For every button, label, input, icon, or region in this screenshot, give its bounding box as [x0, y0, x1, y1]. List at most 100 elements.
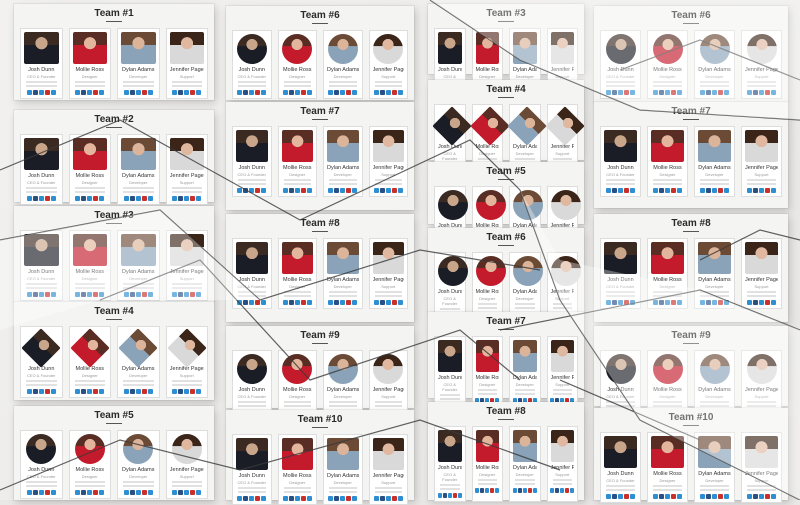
social-icon[interactable]	[659, 300, 664, 305]
social-icon[interactable]	[771, 300, 776, 305]
social-icon[interactable]	[255, 90, 261, 95]
social-icon[interactable]	[184, 196, 190, 201]
social-icon[interactable]	[249, 188, 255, 193]
social-icon[interactable]	[50, 389, 56, 394]
social-icon[interactable]	[237, 188, 243, 193]
social-icon[interactable]	[495, 488, 500, 493]
social-icon[interactable]	[32, 90, 38, 95]
social-icon[interactable]	[765, 300, 770, 305]
social-icon[interactable]	[288, 188, 294, 193]
social-icon[interactable]	[26, 389, 32, 394]
social-icon[interactable]	[190, 196, 196, 201]
social-icon[interactable]	[612, 188, 617, 193]
social-icon[interactable]	[249, 300, 255, 305]
social-icon[interactable]	[718, 494, 723, 499]
social-icon[interactable]	[665, 188, 670, 193]
social-icon[interactable]	[87, 389, 93, 394]
social-icon[interactable]	[677, 90, 682, 95]
social-icon[interactable]	[26, 490, 32, 495]
social-icon[interactable]	[630, 300, 635, 305]
social-icon[interactable]	[196, 90, 202, 95]
social-icon[interactable]	[93, 490, 99, 495]
social-icon[interactable]	[129, 389, 135, 394]
social-icon[interactable]	[123, 196, 129, 201]
social-icon[interactable]	[44, 196, 50, 201]
social-icon[interactable]	[75, 196, 81, 201]
social-icon[interactable]	[50, 196, 56, 201]
social-icon[interactable]	[26, 90, 32, 95]
social-icon[interactable]	[391, 188, 397, 193]
social-icon[interactable]	[346, 90, 352, 95]
social-icon[interactable]	[141, 196, 147, 201]
social-icon[interactable]	[87, 196, 93, 201]
social-icon[interactable]	[328, 496, 334, 501]
social-icon[interactable]	[391, 300, 397, 305]
social-icon[interactable]	[624, 300, 629, 305]
social-icon[interactable]	[379, 300, 385, 305]
social-icon[interactable]	[665, 494, 670, 499]
social-icon[interactable]	[237, 496, 243, 501]
social-icon[interactable]	[759, 300, 764, 305]
social-icon[interactable]	[282, 188, 288, 193]
social-icon[interactable]	[391, 90, 397, 95]
social-icon[interactable]	[618, 300, 623, 305]
social-icon[interactable]	[759, 494, 764, 499]
social-icon[interactable]	[606, 300, 611, 305]
social-icon[interactable]	[129, 196, 135, 201]
social-icon[interactable]	[87, 490, 93, 495]
social-icon[interactable]	[300, 188, 306, 193]
social-icon[interactable]	[612, 90, 617, 95]
social-icon[interactable]	[261, 90, 267, 95]
social-icon[interactable]	[288, 496, 294, 501]
social-icon[interactable]	[753, 90, 758, 95]
social-icon[interactable]	[475, 488, 480, 493]
social-icon[interactable]	[747, 300, 752, 305]
social-icon[interactable]	[81, 490, 87, 495]
social-icon[interactable]	[759, 188, 764, 193]
social-icon[interactable]	[452, 493, 457, 498]
social-icon[interactable]	[38, 490, 44, 495]
social-icon[interactable]	[718, 90, 723, 95]
social-icon[interactable]	[294, 496, 300, 501]
social-icon[interactable]	[700, 494, 705, 499]
social-icon[interactable]	[340, 188, 346, 193]
social-icon[interactable]	[724, 494, 729, 499]
social-icon[interactable]	[385, 496, 391, 501]
social-icon[interactable]	[747, 494, 752, 499]
social-icon[interactable]	[190, 490, 196, 495]
social-icon[interactable]	[282, 300, 288, 305]
social-icon[interactable]	[294, 300, 300, 305]
social-icon[interactable]	[718, 188, 723, 193]
social-icon[interactable]	[123, 90, 129, 95]
social-icon[interactable]	[706, 90, 711, 95]
social-icon[interactable]	[771, 494, 776, 499]
social-icon[interactable]	[555, 488, 560, 493]
social-icon[interactable]	[306, 300, 312, 305]
social-icon[interactable]	[606, 188, 611, 193]
social-icon[interactable]	[172, 389, 178, 394]
social-icon[interactable]	[243, 300, 249, 305]
social-icon[interactable]	[129, 490, 135, 495]
social-icon[interactable]	[32, 389, 38, 394]
social-icon[interactable]	[81, 196, 87, 201]
social-icon[interactable]	[306, 496, 312, 501]
social-icon[interactable]	[765, 494, 770, 499]
social-icon[interactable]	[677, 188, 682, 193]
social-icon[interactable]	[334, 188, 340, 193]
social-icon[interactable]	[135, 90, 141, 95]
social-icon[interactable]	[532, 488, 537, 493]
social-icon[interactable]	[50, 292, 56, 297]
social-icon[interactable]	[26, 196, 32, 201]
social-icon[interactable]	[391, 496, 397, 501]
social-icon[interactable]	[706, 188, 711, 193]
social-icon[interactable]	[38, 389, 44, 394]
social-icon[interactable]	[512, 488, 517, 493]
social-icon[interactable]	[32, 196, 38, 201]
social-icon[interactable]	[747, 90, 752, 95]
social-icon[interactable]	[93, 196, 99, 201]
social-icon[interactable]	[700, 90, 705, 95]
social-icon[interactable]	[50, 490, 56, 495]
social-icon[interactable]	[560, 488, 565, 493]
social-icon[interactable]	[759, 90, 764, 95]
social-icon[interactable]	[306, 90, 312, 95]
